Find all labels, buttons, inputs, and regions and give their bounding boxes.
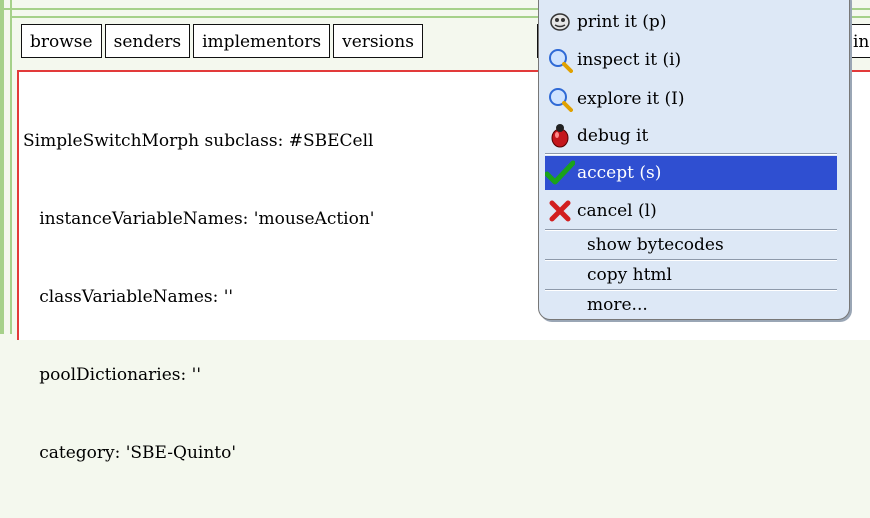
- menu-item-show-bytecodes[interactable]: show bytecodes: [545, 231, 837, 259]
- code-line: category: 'SBE-Quinto': [23, 443, 237, 463]
- code-text: SimpleSwitchMorph subclass: #SBECell ins…: [23, 76, 374, 518]
- implementors-button[interactable]: implementors: [193, 24, 331, 58]
- menu-item-more[interactable]: more...: [545, 291, 837, 319]
- magnifier-icon: [545, 84, 575, 114]
- menu-item-label: explore it (I): [577, 89, 685, 109]
- menu-item-print-it[interactable]: print it (p): [545, 5, 837, 39]
- context-menu: print it (p) inspect it (i) explore it (…: [538, 0, 850, 320]
- menu-item-label: copy html: [587, 265, 672, 285]
- browser-toolbar: browse senders implementors versions: [21, 24, 423, 60]
- print-icon: [545, 7, 575, 37]
- versions-button[interactable]: versions: [333, 24, 423, 58]
- bug-icon: [545, 121, 575, 151]
- cross-icon: [545, 196, 575, 226]
- menu-item-label: print it (p): [577, 12, 667, 32]
- menu-item-copy-html[interactable]: copy html: [545, 261, 837, 289]
- senders-button[interactable]: senders: [104, 24, 191, 58]
- menu-item-explore-it[interactable]: explore it (I): [545, 82, 837, 116]
- code-line: instanceVariableNames: 'mouseAction': [23, 209, 375, 229]
- magnifier-icon: [545, 45, 575, 75]
- partially-hidden-toolbar-button[interactable]: in: [850, 24, 870, 58]
- menu-item-accept[interactable]: accept (s): [545, 156, 837, 190]
- menu-item-inspect-it[interactable]: inspect it (i): [545, 43, 837, 77]
- menu-item-label: accept (s): [577, 163, 662, 183]
- menu-item-label: cancel (l): [577, 201, 657, 221]
- menu-item-debug-it[interactable]: debug it: [545, 119, 837, 153]
- menu-item-cancel[interactable]: cancel (l): [545, 194, 837, 228]
- browse-button[interactable]: browse: [21, 24, 102, 58]
- code-line: SimpleSwitchMorph subclass: #SBECell: [23, 131, 374, 151]
- menu-item-label: inspect it (i): [577, 50, 682, 70]
- checkmark-icon: [545, 158, 575, 188]
- menu-item-label: more...: [587, 295, 648, 315]
- menu-item-label: debug it: [577, 126, 649, 146]
- code-line: poolDictionaries: '': [23, 365, 202, 385]
- menu-item-label: show bytecodes: [587, 235, 724, 255]
- code-line: classVariableNames: '': [23, 287, 234, 307]
